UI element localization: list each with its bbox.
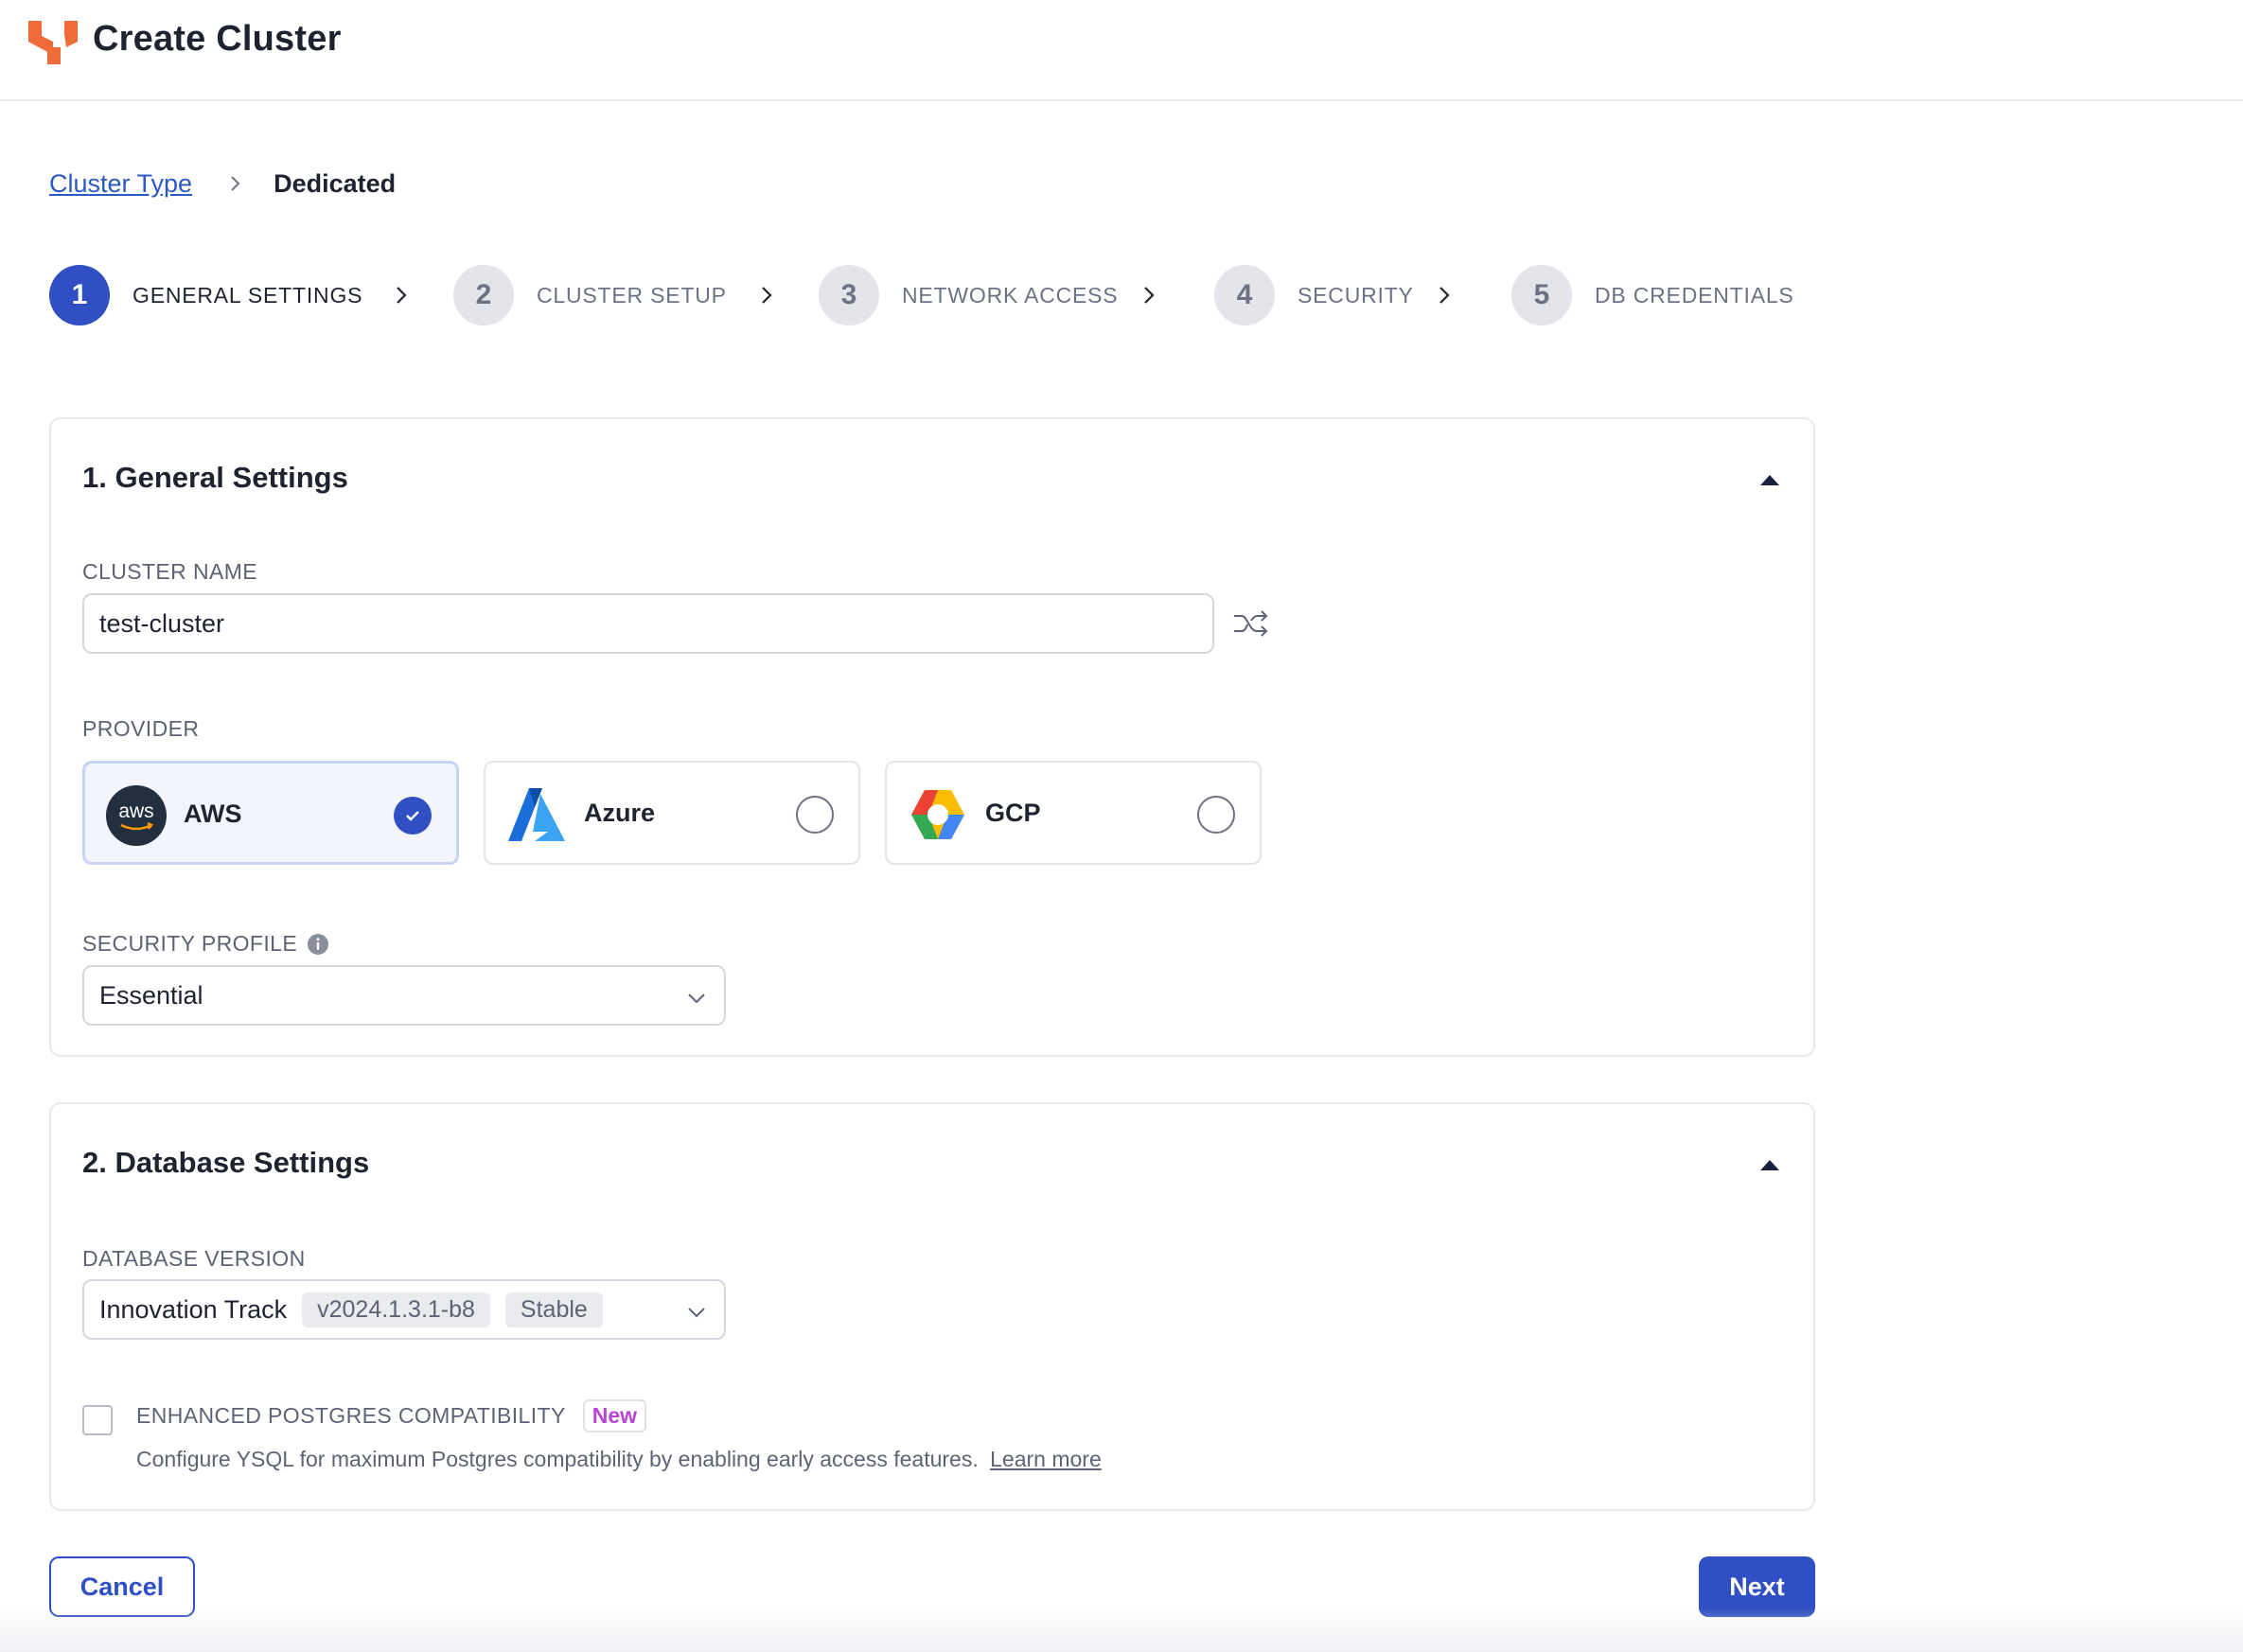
step-label: CLUSTER SETUP [537, 282, 727, 308]
provider-label: PROVIDER [82, 716, 200, 741]
step-number: 5 [1511, 265, 1572, 325]
chevron-right-icon [1144, 287, 1155, 304]
provider-aws-radio[interactable] [394, 797, 432, 835]
breadcrumb-cluster-type-link[interactable]: Cluster Type [49, 169, 192, 199]
info-icon[interactable] [307, 933, 329, 956]
database-version-select[interactable]: Innovation Track v2024.1.3.1-b8 Stable [82, 1279, 726, 1340]
gcp-logo-icon [911, 790, 964, 839]
aws-logo-icon: aws [106, 785, 167, 846]
bottom-shadow [0, 1608, 2243, 1652]
provider-options: aws AWS Azure GCP [82, 761, 1294, 867]
checkmark-icon [406, 811, 419, 821]
step-security[interactable]: 4 SECURITY [1214, 265, 1414, 325]
step-db-credentials[interactable]: 5 DB CREDENTIALS [1511, 265, 1794, 325]
step-label: NETWORK ACCESS [902, 282, 1119, 308]
chevron-right-icon [231, 176, 240, 191]
security-profile-select[interactable]: Essential [82, 965, 726, 1026]
provider-azure-radio[interactable] [796, 796, 834, 834]
security-profile-label: SECURITY PROFILE [82, 931, 329, 957]
provider-aws[interactable]: aws AWS [82, 761, 459, 865]
version-status-tag: Stable [504, 1292, 603, 1327]
chevron-right-icon [1439, 287, 1450, 304]
step-number: 2 [453, 265, 514, 325]
chevron-right-icon [397, 287, 407, 304]
step-network-access[interactable]: 3 NETWORK ACCESS [819, 265, 1118, 325]
provider-gcp-radio[interactable] [1197, 796, 1235, 834]
breadcrumb: Cluster Type Dedicated [49, 165, 396, 202]
chevron-down-icon [688, 1308, 705, 1318]
learn-more-link[interactable]: Learn more [990, 1447, 1102, 1471]
step-label: DB CREDENTIALS [1595, 282, 1794, 308]
step-label: GENERAL SETTINGS [132, 282, 363, 308]
database-settings-card: 2. Database Settings DATABASE VERSION In… [49, 1102, 1815, 1511]
page-title: Create Cluster [93, 19, 342, 59]
enhanced-postgres-label-text: ENHANCED POSTGRES COMPATIBILITY [136, 1403, 566, 1428]
enhanced-postgres-description: Configure YSQL for maximum Postgres comp… [136, 1447, 1102, 1472]
enhanced-postgres-description-text: Configure YSQL for maximum Postgres comp… [136, 1447, 979, 1471]
brand-logo-icon [28, 21, 78, 64]
version-number-tag: v2024.1.3.1-b8 [302, 1292, 490, 1327]
security-profile-label-text: SECURITY PROFILE [82, 931, 298, 956]
database-version-label: DATABASE VERSION [82, 1246, 306, 1271]
cluster-name-label: CLUSTER NAME [82, 559, 257, 584]
chevron-down-icon [688, 993, 705, 1004]
provider-name: GCP [985, 799, 1041, 827]
enhanced-postgres-checkbox[interactable] [82, 1405, 113, 1435]
step-number: 3 [819, 265, 879, 325]
provider-name: AWS [184, 800, 242, 828]
security-profile-value: Essential [99, 980, 203, 1010]
database-settings-title: 2. Database Settings [82, 1146, 370, 1179]
azure-logo-icon [508, 788, 565, 841]
step-number: 1 [49, 265, 110, 325]
general-settings-card: 1. General Settings CLUSTER NAME PROVIDE… [49, 417, 1815, 1057]
provider-azure[interactable]: Azure [484, 761, 860, 865]
step-number: 4 [1214, 265, 1275, 325]
top-bar: Create Cluster [0, 0, 2243, 101]
caret-up-icon[interactable] [1758, 472, 1781, 487]
general-settings-title: 1. General Settings [82, 461, 348, 494]
new-badge: New [582, 1399, 647, 1432]
step-cluster-setup[interactable]: 2 CLUSTER SETUP [453, 265, 727, 325]
chevron-right-icon [762, 287, 772, 304]
step-label: SECURITY [1298, 282, 1414, 308]
svg-text:aws: aws [118, 800, 153, 822]
provider-name: Azure [584, 799, 656, 827]
database-version-track: Innovation Track [99, 1294, 288, 1324]
caret-up-icon[interactable] [1758, 1157, 1781, 1172]
provider-gcp[interactable]: GCP [885, 761, 1262, 865]
breadcrumb-current: Dedicated [274, 168, 397, 198]
cluster-name-input[interactable] [82, 593, 1214, 654]
step-general-settings[interactable]: 1 GENERAL SETTINGS [49, 265, 362, 325]
enhanced-postgres-label: ENHANCED POSTGRES COMPATIBILITY New [136, 1399, 647, 1432]
shuffle-icon[interactable] [1232, 608, 1270, 639]
